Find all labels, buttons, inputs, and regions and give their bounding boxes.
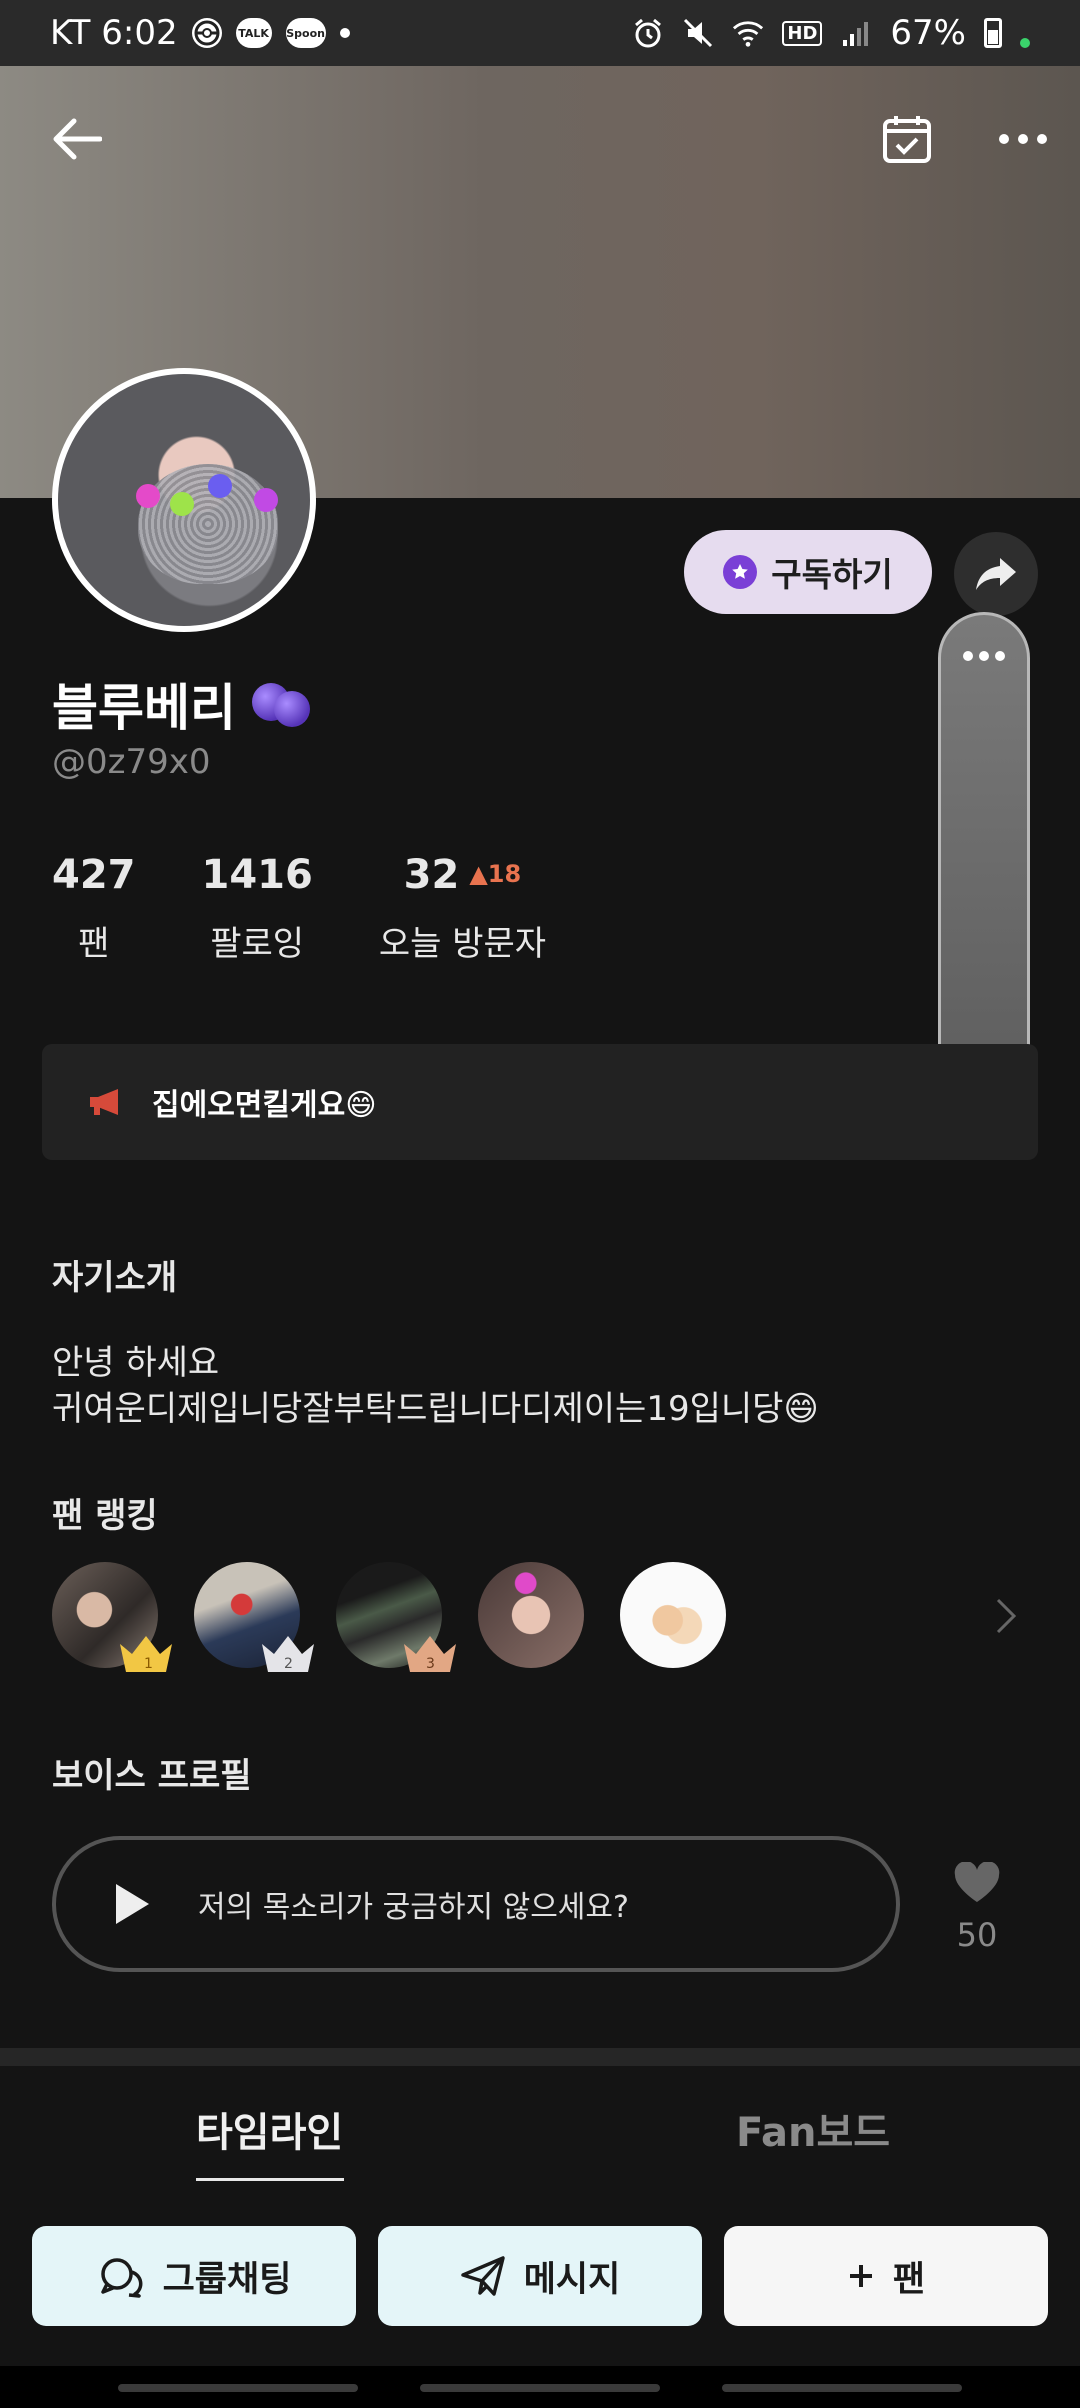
paper-plane-icon [460,2256,505,2296]
play-icon[interactable] [112,1881,152,1927]
nav-home-handle[interactable] [420,2384,660,2392]
fan-rank-avatar[interactable] [478,1562,584,1668]
back-button[interactable] [42,104,112,174]
stat-value: 427 [52,852,136,898]
like-count: 50 [956,1916,998,1954]
nav-back-handle[interactable] [722,2384,962,2392]
privacy-indicator-icon [1020,38,1030,48]
voice-prompt: 저의 목소리가 궁금하지 않으세요? [198,1890,629,1925]
voice-like[interactable]: 50 [950,1861,1004,1954]
profile-handle: @0z79x0 [52,742,211,782]
status-time: KT 6:02 [50,13,178,53]
panel-more-icon[interactable] [941,651,1027,661]
stat-following[interactable]: 1416 팔로잉 [202,852,313,965]
group-chat-label: 그룹채팅 [162,2259,292,2300]
wifi-icon [732,17,764,49]
pokeball-app-icon [191,18,222,48]
calendar-check-icon [883,116,931,163]
stat-label: 오늘 방문자 [378,924,547,964]
stat-value: 1416 [201,852,313,898]
share-icon [976,558,1016,590]
tab-timeline[interactable]: 타임라인 [196,2100,343,2158]
about-title: 자기소개 [52,1258,178,1298]
stat-delta: ▲18 [469,860,522,888]
about-line: 귀여운디제입니당잘부탁드립니다디제이는19입니당😄 [52,1389,819,1429]
chevron-right-icon [996,1598,1017,1634]
subscribe-button[interactable]: 구독하기 [684,530,932,614]
hd-icon: HD [782,20,823,46]
megaphone-icon [90,1089,118,1115]
more-options-button[interactable] [988,104,1058,174]
fan-rank-avatar[interactable]: 1 [52,1562,172,1672]
silver-crown-icon: 2 [262,1636,314,1672]
share-button[interactable] [954,532,1038,616]
fan-rank-avatar[interactable]: 2 [194,1562,314,1672]
profile-name-row: 블루베리 [52,668,310,740]
fan-ranking-more-button[interactable] [994,1596,1018,1640]
active-tab-indicator [196,2178,344,2181]
subscribe-label: 구독하기 [771,555,893,594]
sticker-flower [170,492,194,516]
fan-rank-avatar[interactable] [620,1562,726,1668]
stat-value-row: 32 ▲18 [379,852,546,898]
calendar-button[interactable] [872,104,942,174]
sticker-flower [254,488,278,512]
voice-profile-title: 보이스 프로필 [52,1756,252,1796]
stat-fans[interactable]: 427 팬 [52,852,136,965]
star-badge-icon [723,555,758,589]
blueberry-badge-icon [252,679,310,729]
message-label: 메시지 [523,2259,621,2300]
rank-number: 2 [284,1656,293,1672]
tab-fanboard[interactable]: Fan보드 [736,2100,890,2158]
alarm-icon [632,17,664,49]
bronze-crown-icon: 3 [404,1636,456,1672]
message-button[interactable]: 메시지 [378,2226,702,2326]
stat-value: 32 [403,852,460,898]
chat-bubbles-icon [100,2258,143,2298]
status-bar: KT 6:02 TALK Spoon HD 67% [0,0,1080,66]
talk-app-icon: TALK [235,18,272,48]
fan-label: 팬 [892,2259,926,2300]
profile-avatar[interactable] [52,368,316,632]
about-text: 안녕 하세요 귀여운디제입니당잘부탁드립니다디제이는19입니당😄 [52,1340,819,1432]
group-chat-button[interactable]: 그룹채팅 [32,2226,356,2326]
gold-crown-icon: 1 [120,1636,172,1672]
stat-delta-value: 18 [487,860,522,888]
sticker-flower [208,474,232,498]
section-divider [0,2048,1080,2066]
notice-text: 집에오면킬게요😄 [152,1088,377,1123]
notification-dot-icon [339,28,350,38]
nav-recent-handle[interactable] [118,2384,358,2392]
stat-visitors: 32 ▲18 오늘 방문자 [379,852,546,965]
back-arrow-icon [53,118,102,160]
fan-button[interactable]: 팬 [724,2226,1048,2326]
notice-banner[interactable]: 집에오면킬게요😄 [42,1044,1038,1160]
stat-label: 팬 [78,924,110,964]
battery-percent: 67% [890,13,966,53]
about-line: 안녕 하세요 [52,1343,220,1383]
mute-icon [682,17,714,49]
rank-number: 1 [144,1656,153,1672]
voice-player[interactable]: 저의 목소리가 궁금하지 않으세요? [52,1836,900,1972]
heart-icon[interactable] [953,1861,1001,1904]
profile-name: 블루베리 [52,679,236,737]
fan-ranking-title: 팬 랭킹 [52,1496,158,1536]
more-dots-icon [999,134,1047,144]
profile-stats: 427 팬 1416 팔로잉 32 ▲18 오늘 방문자 [52,852,612,965]
stat-label: 팔로잉 [210,924,305,964]
plus-icon [849,2265,872,2287]
signal-icon [840,17,872,49]
rank-number: 3 [426,1656,435,1672]
sticker-flower [136,484,160,508]
battery-icon [984,18,1002,48]
fan-rank-avatar[interactable]: 3 [336,1562,456,1672]
spoon-app-icon: Spoon [285,18,326,48]
